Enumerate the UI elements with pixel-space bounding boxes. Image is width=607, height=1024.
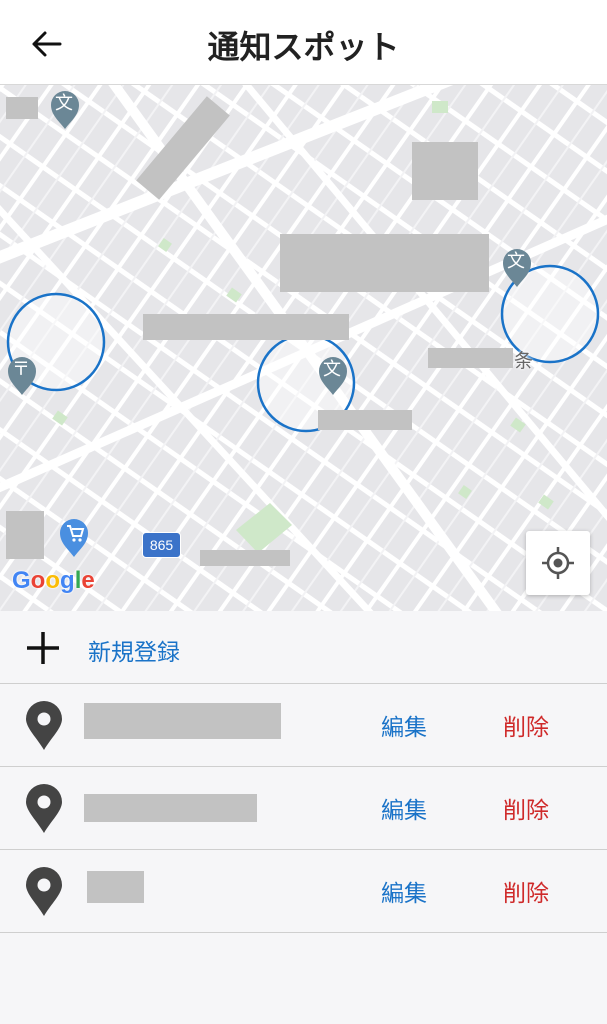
delete-button[interactable]: 削除 [503,791,549,825]
list-item: 編集 削除 [0,767,607,850]
post-office-icon: 〒 [12,359,30,380]
add-spot-label: 新規登録 [88,640,180,666]
redacted-label [143,314,349,340]
edit-button[interactable]: 編集 [381,791,427,825]
map-label-jo: 条 [514,350,534,372]
page-title: 通知スポット [207,28,400,66]
edit-button[interactable]: 編集 [381,708,427,742]
spot-name-redacted [84,703,281,739]
plus-icon [27,632,59,664]
location-pin-icon [26,867,62,916]
school-icon: 文 [55,93,73,114]
school-icon: 文 [323,359,341,380]
route-badge: 865 [142,532,181,558]
google-letter: o [30,567,46,594]
edit-button[interactable]: 編集 [381,874,427,908]
list-item: 編集 削除 [0,684,607,767]
redacted-label [6,511,44,559]
google-letter: G [12,567,31,594]
redacted-label [318,410,412,430]
map-view[interactable]: 文 文 文 〒 条 865 Google [0,85,607,611]
delete-button[interactable]: 削除 [503,874,549,908]
redacted-label [6,97,38,119]
school-icon: 文 [507,251,525,272]
google-logo: Google [12,567,95,595]
delete-button[interactable]: 削除 [503,708,549,742]
location-pin-icon [26,784,62,833]
spot-name-redacted [87,871,144,903]
spot-name-redacted [84,794,257,822]
crosshair-icon [542,547,574,579]
redacted-label [428,348,513,368]
redacted-label [412,142,478,200]
redacted-label [280,234,489,292]
add-spot-button[interactable]: 新規登録 [0,611,607,684]
location-pin-icon [26,701,62,750]
my-location-button[interactable] [526,531,590,595]
google-letter: e [81,567,95,594]
google-letter: o [45,567,61,594]
app-header: 通知スポット [0,0,607,85]
google-letter: g [60,567,75,594]
redacted-label [200,550,290,566]
list-item: 編集 削除 [0,850,607,933]
